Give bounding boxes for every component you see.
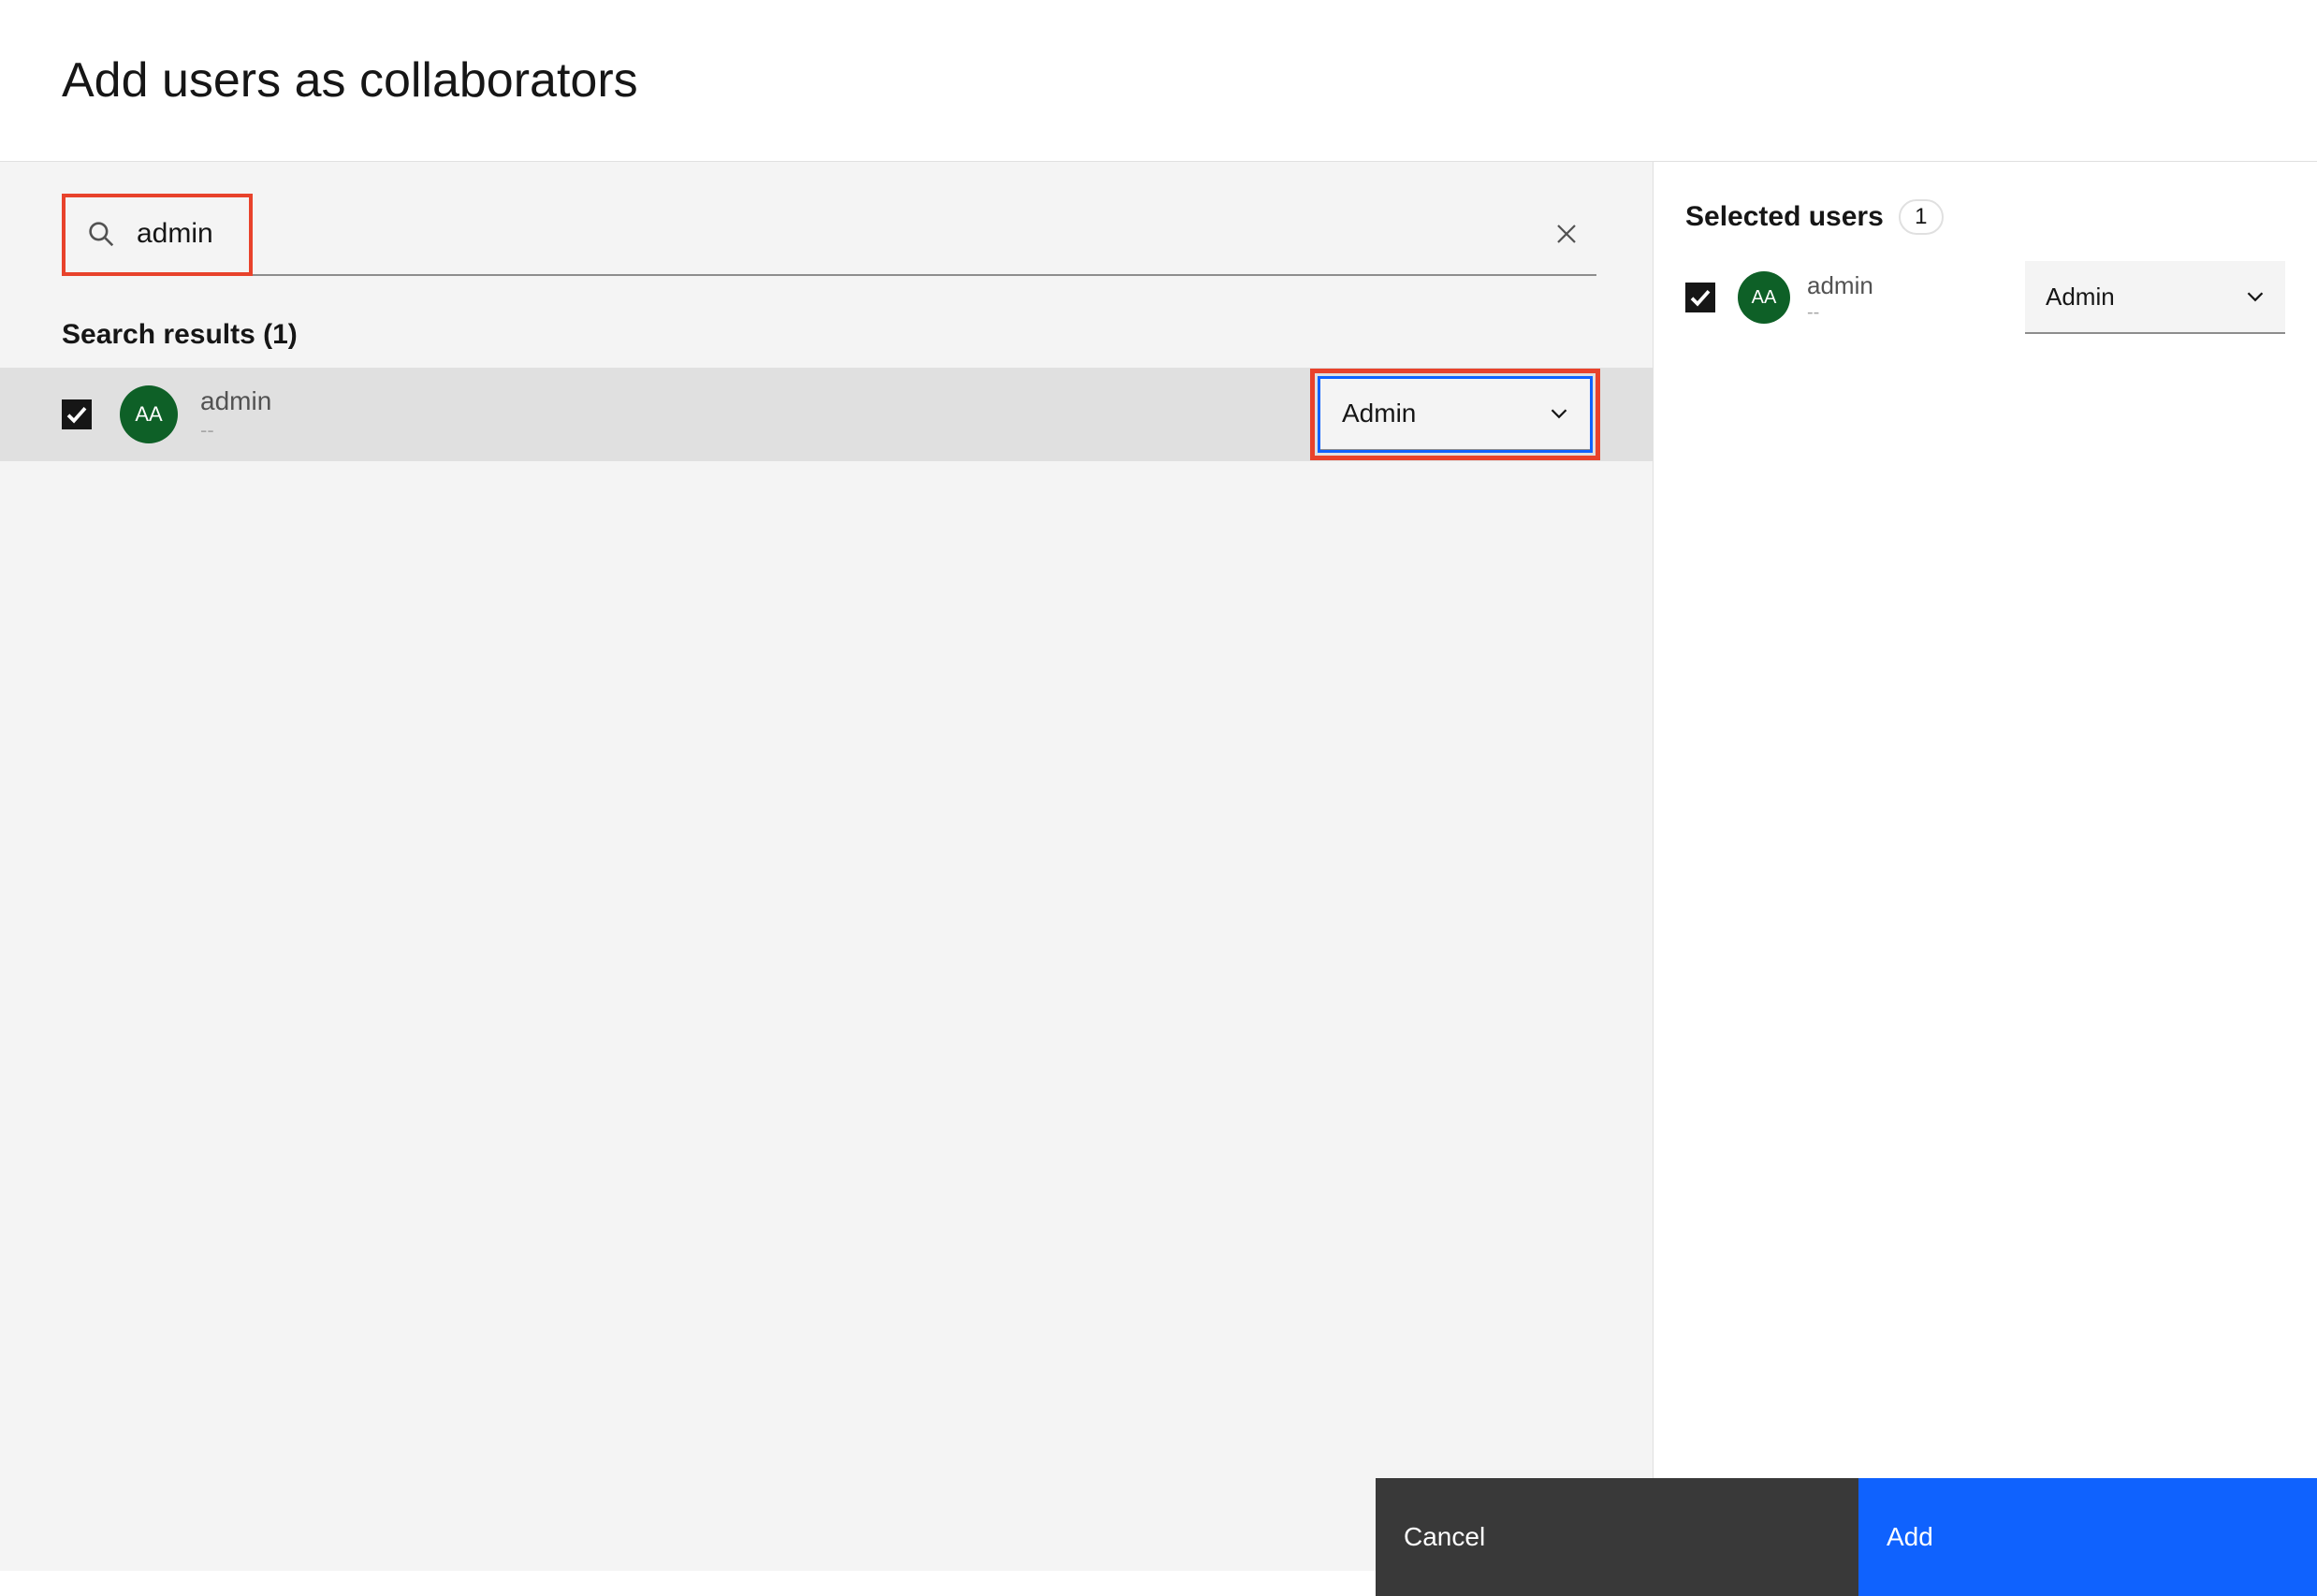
user-subtitle: -- [1807,302,2025,324]
selected-header: Selected users 1 [1654,162,2317,257]
search-result-row[interactable]: AA admin -- Admin [0,368,1653,461]
role-select-label: Admin [2046,283,2115,312]
user-info: admin -- [200,386,1319,443]
page-title: Add users as collaborators [62,52,2317,109]
search-icon [88,221,114,247]
role-select[interactable]: Admin [1319,378,1591,451]
user-info: admin -- [1807,271,2025,324]
main-container: Search results (1) AA admin -- Admin [0,162,2317,1571]
selected-count-badge: 1 [1899,199,1944,235]
role-select-wrapper: Admin [1319,378,1591,451]
selected-user-row[interactable]: AA admin -- Admin [1654,257,2317,338]
avatar: AA [1738,271,1790,324]
search-panel: Search results (1) AA admin -- Admin [0,162,1653,1571]
selected-checkbox[interactable] [1685,283,1715,312]
check-icon [66,403,88,426]
header: Add users as collaborators [0,0,2317,162]
selected-panel: Selected users 1 AA admin -- Admin [1653,162,2317,1571]
cancel-button[interactable]: Cancel [1376,1478,1858,1596]
search-box[interactable] [62,194,1596,276]
add-button[interactable]: Add [1858,1478,2317,1596]
role-select-label: Admin [1342,399,1416,428]
chevron-down-icon [2246,287,2265,306]
selected-users-title: Selected users [1685,201,1884,233]
chevron-down-icon [1550,404,1568,423]
result-checkbox[interactable] [62,399,92,429]
role-select[interactable]: Admin [2025,261,2285,334]
user-name: admin [1807,271,2025,300]
close-icon [1555,223,1578,245]
avatar: AA [120,385,178,443]
check-icon [1689,286,1712,309]
user-name: admin [200,386,1319,416]
user-subtitle: -- [200,418,1319,443]
search-results-header: Search results (1) [0,276,1653,368]
search-wrapper [62,194,1596,276]
search-input[interactable] [137,218,1555,250]
clear-search-button[interactable] [1555,223,1578,245]
footer: Cancel Add [1376,1478,2317,1596]
